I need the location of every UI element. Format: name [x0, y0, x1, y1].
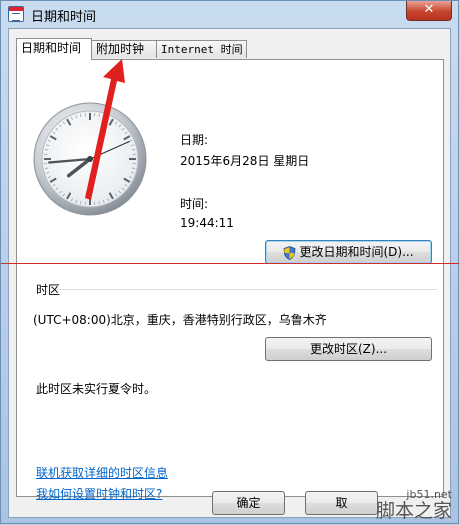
change-date-time-button[interactable]: 更改日期和时间(D)...: [265, 240, 432, 264]
clock-center-cap: [87, 156, 93, 162]
shield-icon: [283, 246, 296, 260]
timezone-divider: [57, 289, 437, 290]
close-button[interactable]: ✕: [406, 1, 452, 21]
analog-clock: [33, 102, 147, 216]
how-to-set-clock-link[interactable]: 我如何设置时钟和时区?: [36, 485, 162, 502]
date-value: 2015年6月28日 星期日: [180, 152, 309, 169]
tab-panel: 日期: 2015年6月28日 星期日 时间: 19:44:11 更改日期和时间(…: [16, 59, 444, 497]
title-bar[interactable]: 日期和时间 ✕: [1, 1, 458, 27]
cancel-button[interactable]: 取: [305, 491, 378, 515]
tab-additional-clocks[interactable]: 附加时钟: [91, 40, 157, 58]
date-label: 日期:: [180, 131, 208, 148]
timezone-value: (UTC+08:00)北京，重庆，香港特别行政区，乌鲁木齐: [33, 311, 327, 328]
watermark: jb51.net 脚本之家: [376, 488, 452, 521]
change-timezone-button[interactable]: 更改时区(Z)...: [265, 337, 432, 361]
window-title: 日期和时间: [31, 6, 96, 25]
dst-note: 此时区未实行夏令时。: [36, 380, 156, 397]
watermark-name: 脚本之家: [376, 501, 452, 521]
annotation-line: [1, 263, 459, 264]
time-value: 19:44:11: [180, 216, 234, 230]
tab-date-time[interactable]: 日期和时间: [16, 38, 92, 60]
dialog-client: 日期和时间 附加时钟 Internet 时间: [8, 28, 451, 518]
calendar-icon: [8, 6, 24, 22]
ok-button[interactable]: 确定: [212, 491, 285, 515]
change-date-time-label: 更改日期和时间(D)...: [299, 245, 413, 259]
time-label: 时间:: [180, 195, 208, 212]
date-time-dialog: 日期和时间 ✕ 日期和时间 附加时钟 Internet 时间: [0, 0, 459, 524]
online-timezone-info-link[interactable]: 联机获取详细的时区信息: [36, 464, 168, 481]
tab-internet-time[interactable]: Internet 时间: [156, 40, 247, 58]
